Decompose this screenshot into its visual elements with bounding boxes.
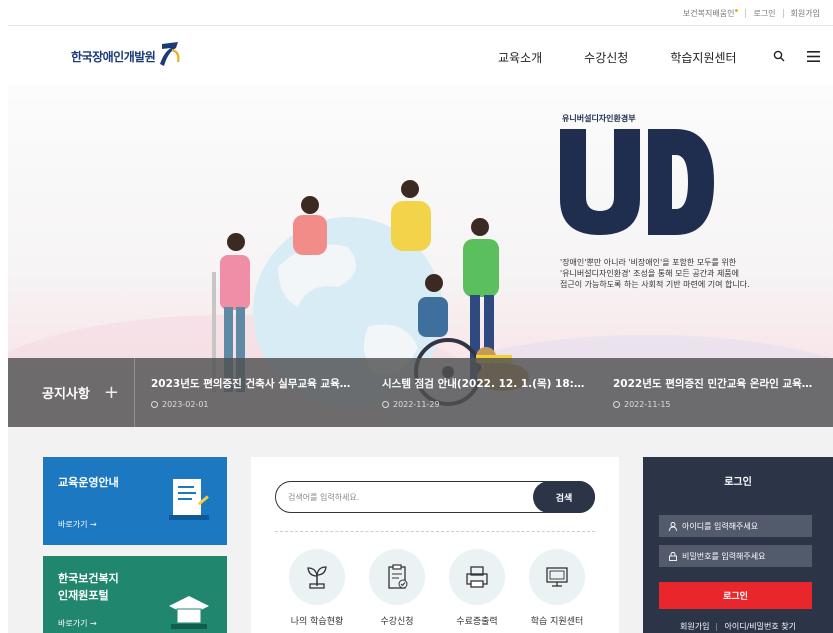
nav-item-enroll[interactable]: 수강신청 — [584, 49, 628, 66]
login-panel: 로그인 아이디를 입력해주세요 비밀번호를 입력해주세요 로그인 회원가입 아이디… — [643, 457, 833, 633]
notice-date: 2022-11-29 — [393, 400, 440, 409]
user-icon — [669, 521, 677, 531]
login-button[interactable]: 로그인 — [659, 582, 812, 609]
quick-link-my-learning[interactable]: 나의 학습현황 — [277, 549, 357, 627]
notice-heading[interactable]: 공지사항 + — [8, 358, 135, 427]
quick-link-label: 수료증출력 — [456, 617, 498, 627]
ud-logo — [560, 129, 714, 235]
nav-item-about[interactable]: 교육소개 — [498, 49, 542, 66]
quick-link-label: 수강신청 — [380, 617, 414, 627]
password-field[interactable]: 비밀번호를 입력해주세요 — [659, 545, 812, 567]
quick-link-label: 학습 지원센터 — [530, 617, 584, 627]
main-nav: 교육소개 수강신청 학습지원센터 — [498, 49, 779, 66]
clock-icon — [613, 401, 620, 408]
notice-item[interactable]: 2023년도 편의증진 건축사 실무교육 교육… 2023-02-01 — [135, 358, 366, 427]
card-welfare-portal[interactable]: 한국보건복지 인재원포털 바로가기 → — [43, 556, 227, 633]
quick-link-label: 나의 학습현황 — [290, 617, 344, 627]
card-more-link[interactable]: 바로가기 → — [58, 519, 97, 530]
login-title: 로그인 — [724, 477, 752, 488]
id-placeholder: 아이디를 입력해주세요 — [682, 521, 759, 531]
notice-item[interactable]: 2022년도 편의증진 민간교육 온라인 교육… 2022-11-15 — [597, 358, 828, 427]
search-button[interactable]: 검색 — [533, 481, 595, 513]
top-utility-bar: 보건복지배움인 로그인 회원가입 — [8, 0, 833, 26]
search-placeholder: 검색어를 입력하세요. — [288, 493, 360, 502]
new-dot-icon — [735, 9, 739, 12]
password-placeholder: 비밀번호를 입력해주세요 — [682, 551, 766, 561]
find-account-link[interactable]: 아이디/비밀번호 찾기 — [717, 622, 802, 631]
clock-icon — [151, 401, 158, 408]
plus-icon[interactable]: + — [104, 382, 119, 403]
monitor-icon — [529, 549, 585, 605]
util-link-welfare[interactable]: 보건복지배움인 — [676, 9, 746, 18]
nav-item-support[interactable]: 학습지원센터 — [670, 49, 736, 66]
card-title: 교육운영안내 — [58, 476, 119, 489]
notice-title[interactable]: 시스템 점검 안내(2022. 12. 1.(목) 18:00… — [382, 376, 588, 391]
header-icons — [755, 46, 823, 66]
ud-caption: 유니버설디자인환경부 — [562, 114, 636, 123]
util-link-signup[interactable]: 회원가입 — [782, 9, 827, 18]
ud-description: '장애인'뿐만 아니라 '비장애인'을 포함한 모두를 위한 '유니버설디자인환… — [560, 258, 750, 289]
quick-link-enroll[interactable]: 수강신청 — [357, 549, 437, 627]
quick-link-support-center[interactable]: 학습 지원센터 — [517, 549, 597, 627]
clock-icon — [382, 401, 389, 408]
notice-date: 2022-11-15 — [624, 400, 671, 409]
site-logo[interactable]: 한국장애인개발원 — [71, 40, 182, 72]
card-education-guide[interactable]: 교육운영안내 바로가기 → — [43, 457, 227, 545]
document-icon — [169, 479, 209, 520]
plant-icon — [289, 549, 345, 605]
notice-item[interactable]: 시스템 점검 안내(2022. 12. 1.(목) 18:00… 2022-11… — [366, 358, 597, 427]
card-more-link[interactable]: 바로가기 → — [58, 618, 97, 629]
hero-banner: 유니버설디자인환경부 '장애인'뿐만 아니라 '비장애인'을 포함한 모두를 위… — [8, 85, 833, 427]
clipboard-check-icon — [369, 549, 425, 605]
card-title: 한국보건복지 인재원포털 — [58, 572, 119, 602]
utility-links: 보건복지배움인 로그인 회원가입 — [676, 9, 827, 18]
util-link-login[interactable]: 로그인 — [745, 9, 782, 18]
notice-title[interactable]: 2023년도 편의증진 건축사 실무교육 교육… — [151, 376, 357, 391]
search-input[interactable]: 검색어를 입력하세요. 검색 — [275, 481, 595, 513]
login-links: 회원가입 아이디/비밀번호 찾기 — [643, 621, 833, 632]
notice-title[interactable]: 2022년도 편의증진 민간교육 온라인 교육… — [613, 376, 819, 391]
id-field[interactable]: 아이디를 입력해주세요 — [659, 515, 812, 537]
notice-date: 2023-02-01 — [162, 400, 209, 409]
divider — [275, 531, 595, 532]
quick-link-certificate[interactable]: 수료증출력 — [437, 549, 517, 627]
notice-bar: 공지사항 + 2023년도 편의증진 건축사 실무교육 교육… 2023-02-… — [8, 358, 833, 427]
site-header: 한국장애인개발원 교육소개 수강신청 학습지원센터 — [8, 27, 833, 85]
search-icon[interactable] — [769, 46, 789, 66]
graduation-cap-icon — [169, 596, 209, 629]
quick-section: 교육운영안내 바로가기 → 한국보건복지 인재원포털 바로가기 → 검색어를 입… — [8, 427, 833, 633]
search-panel: 검색어를 입력하세요. 검색 나의 학습현황 수강신청 수료증출력 학습 지원센… — [251, 457, 619, 633]
lock-icon — [669, 551, 677, 561]
logo-mark-icon — [160, 42, 180, 66]
logo-text: 한국장애인개발원 — [71, 49, 156, 64]
menu-icon[interactable] — [803, 46, 823, 66]
printer-icon — [449, 549, 505, 605]
signup-link[interactable]: 회원가입 — [673, 622, 716, 631]
